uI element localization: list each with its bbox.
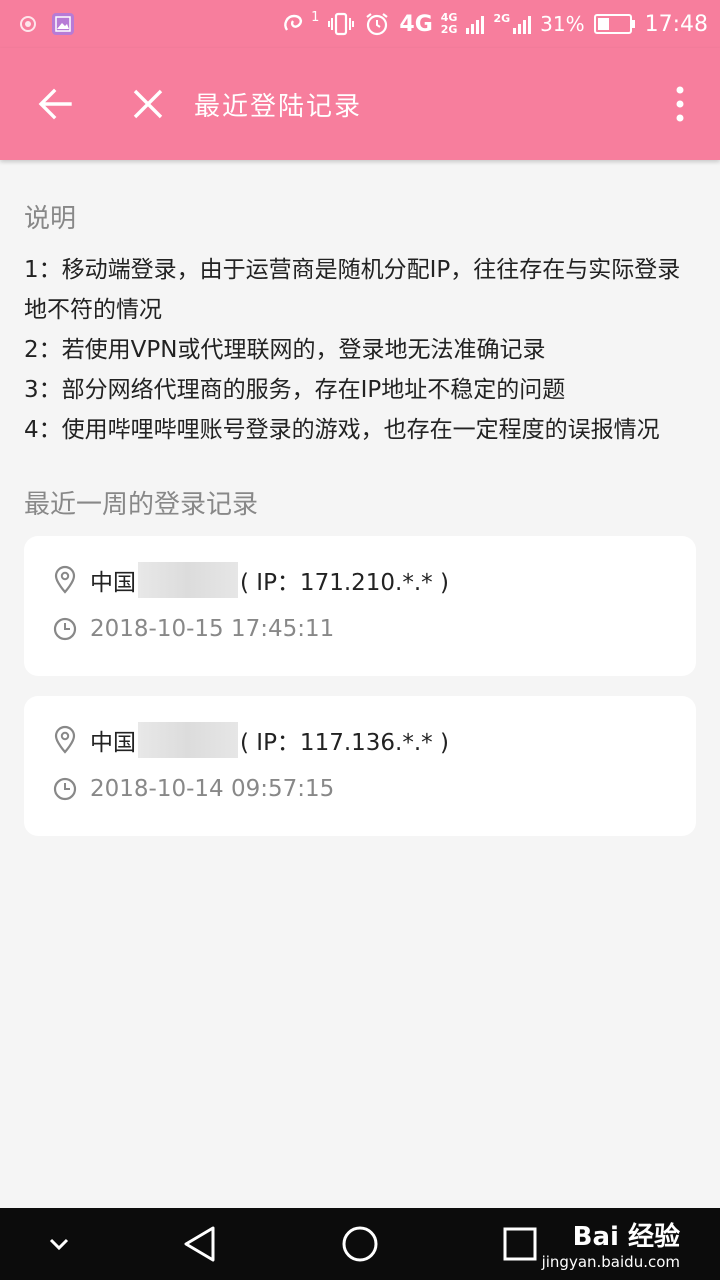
- description-list: 1：移动端登录，由于运营商是随机分配IP，往往存在与实际登录地不符的情况 2：若…: [24, 250, 696, 450]
- nav-home-button[interactable]: [340, 1224, 380, 1268]
- back-button[interactable]: [34, 82, 78, 126]
- arrow-left-icon: [38, 88, 72, 120]
- square-recents-icon: [503, 1227, 537, 1261]
- record-time-row: 2018-10-15 17:45:11: [52, 616, 334, 642]
- description-item: 4：使用哔哩哔哩账号登录的游戏，也存在一定程度的误报情况: [24, 417, 660, 443]
- signal-icon-1: [466, 16, 485, 34]
- more-vertical-icon: [676, 86, 684, 122]
- record-location-prefix: 中国: [90, 730, 136, 756]
- record-ip: ( IP：171.210.*.* ): [240, 570, 449, 596]
- status-right-icons: 1 4G 4G 2G 2G 31% 17:48: [281, 8, 708, 40]
- status-left-icons: [16, 10, 76, 38]
- battery-percent: 31%: [540, 12, 585, 36]
- network2-label: 2G: [493, 11, 511, 25]
- redacted-location: [138, 562, 238, 598]
- close-icon: [133, 89, 163, 119]
- triangle-back-icon: [184, 1226, 215, 1262]
- record-location-row: 中国 ( IP：171.210.*.* ): [52, 562, 449, 598]
- clock: 17:48: [644, 11, 708, 37]
- notification-count: 1: [311, 9, 320, 25]
- app-bar: 最近登陆记录: [0, 48, 720, 160]
- gallery-notification-icon: [52, 13, 74, 35]
- clock-icon: [53, 777, 77, 801]
- battery-icon: [593, 14, 635, 34]
- watermark-brand: Bai 经验: [572, 1222, 680, 1252]
- signal-icon-2: [513, 16, 532, 34]
- nav-back-button[interactable]: [180, 1224, 220, 1268]
- system-nav-bar: Bai 经验 jingyan.baidu.com: [0, 1208, 720, 1280]
- record-ip: ( IP：117.136.*.* ): [240, 730, 449, 756]
- record-time-row: 2018-10-14 09:57:15: [52, 776, 334, 802]
- login-record-card[interactable]: 中国 ( IP：117.136.*.* ) 2018-10-14 09:57:1…: [24, 696, 696, 836]
- record-location-row: 中国 ( IP：117.136.*.* ): [52, 722, 449, 758]
- record-location-prefix: 中国: [90, 570, 136, 596]
- network-small-bottom: 2G: [440, 23, 458, 36]
- redacted-location: [138, 722, 238, 758]
- network-small-stack: 4G 2G: [441, 12, 458, 36]
- description-item: 1：移动端登录，由于运营商是随机分配IP，往往存在与实际登录地不符的情况: [24, 257, 681, 323]
- more-options-button[interactable]: [672, 84, 688, 124]
- description-item: 2：若使用VPN或代理联网的，登录地无法准确记录: [24, 337, 546, 363]
- hd-call-icon: [284, 14, 303, 31]
- circle-home-icon: [342, 1226, 378, 1262]
- watermark-url: jingyan.baidu.com: [541, 1253, 680, 1271]
- record-time: 2018-10-14 09:57:15: [90, 776, 335, 802]
- record-time: 2018-10-15 17:45:11: [90, 616, 335, 642]
- login-record-card[interactable]: 中国 ( IP：171.210.*.* ) 2018-10-15 17:45:1…: [24, 536, 696, 676]
- gear-notification-icon: [20, 16, 36, 32]
- close-button[interactable]: [126, 82, 170, 126]
- chevron-down-icon: [49, 1238, 69, 1251]
- clock-icon: [53, 617, 77, 641]
- description-title: 说明: [24, 204, 77, 234]
- vibrate-icon: [328, 12, 355, 36]
- baidu-watermark: Bai 经验 jingyan.baidu.com: [542, 1216, 680, 1271]
- location-pin-icon: [54, 725, 76, 754]
- page-title: 最近登陆记录: [194, 92, 363, 122]
- records-title: 最近一周的登录记录: [24, 490, 259, 520]
- nav-recents-button[interactable]: [500, 1224, 540, 1268]
- location-pin-icon: [54, 565, 76, 594]
- network-type-label: 4G: [399, 11, 433, 37]
- status-bar: 1 4G 4G 2G 2G 31% 17:48: [0, 0, 720, 48]
- alarm-icon: [366, 13, 389, 36]
- description-item: 3：部分网络代理商的服务，存在IP地址不稳定的问题: [24, 377, 566, 403]
- nav-collapse-button[interactable]: [44, 1224, 74, 1268]
